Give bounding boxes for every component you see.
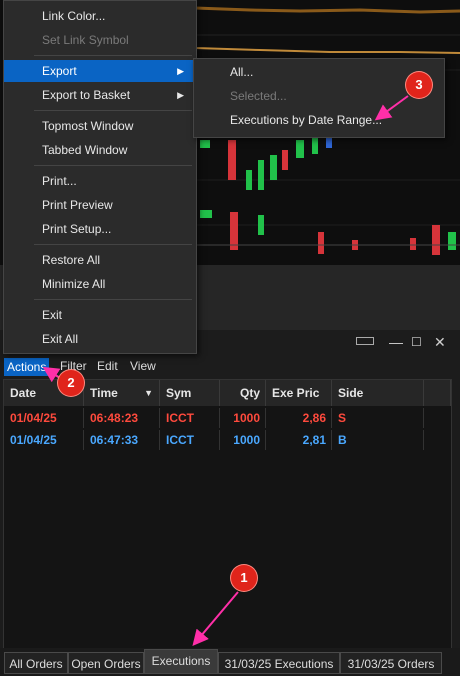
tab-all-orders[interactable]: All Orders (4, 652, 68, 674)
annotation-badge-3: 3 (406, 72, 432, 98)
table-cell-sym: ICCT (160, 408, 220, 428)
table-cell-price: 2,86 (266, 408, 332, 428)
table-cell-time: 06:47:33 (84, 430, 160, 450)
submenu-item-executions-by-date-range[interactable]: Executions by Date Range... (194, 109, 442, 131)
table-row[interactable]: 01/04/25 06:47:33 ICCT 1000 2,81 B (4, 430, 451, 450)
menu-item-exit[interactable]: Exit (4, 304, 194, 326)
export-submenu: All... Selected... Executions by Date Ra… (193, 58, 445, 138)
table-row[interactable]: 01/04/25 06:48:23 ICCT 1000 2,86 S (4, 408, 451, 428)
menu-item-set-link-symbol: Set Link Symbol (42, 33, 129, 47)
menu-separator (34, 165, 192, 166)
menu-separator (34, 244, 192, 245)
menu-item-exit-all[interactable]: Exit All (4, 328, 194, 350)
menu-item-topmost-window[interactable]: Topmost Window (4, 115, 194, 137)
executions-table: Date Time ▼ Sym Qty Exe Pric Side 01/04/… (3, 379, 452, 651)
submenu-arrow-icon: ▶ (177, 90, 184, 100)
table-cell-price: 2,81 (266, 430, 332, 450)
table-cell-side: S (332, 408, 424, 428)
minimize-icon[interactable]: — (389, 334, 403, 350)
annotation-badge-1: 1 (231, 565, 257, 591)
column-header-spacer (424, 380, 451, 406)
menu-item-print[interactable]: Print... (4, 170, 194, 192)
link-color-icon[interactable] (356, 337, 374, 345)
tab-executions[interactable]: Executions (144, 649, 218, 674)
column-header-exe-price[interactable]: Exe Pric (266, 380, 332, 406)
table-cell-sym: ICCT (160, 430, 220, 450)
menu-item-print-setup[interactable]: Print Setup... (4, 218, 194, 240)
column-header-qty[interactable]: Qty (220, 380, 266, 406)
column-header-sym[interactable]: Sym (160, 380, 220, 406)
menu-item-link-color[interactable]: Link Color... (4, 5, 194, 27)
submenu-item-selected: Selected... (230, 89, 287, 103)
menu-separator (34, 55, 192, 56)
table-cell-date: 01/04/25 (4, 408, 84, 428)
menu-edit[interactable]: Edit (97, 359, 118, 373)
menu-view[interactable]: View (130, 359, 156, 373)
column-header-side[interactable]: Side (332, 380, 424, 406)
menu-item-restore-all[interactable]: Restore All (4, 249, 194, 271)
tab-open-orders[interactable]: Open Orders (68, 652, 144, 674)
context-menu: Link Color... Set Link Symbol Export ▶ E… (3, 0, 197, 354)
table-cell-date: 01/04/25 (4, 430, 84, 450)
tab-31-03-25-executions[interactable]: 31/03/25 Executions (218, 652, 340, 674)
window-tabs: All Orders Open Orders Executions 31/03/25 … (0, 648, 460, 676)
menu-item-export-to-basket[interactable]: Export to Basket ▶ (4, 84, 194, 106)
tab-31-03-25-orders[interactable]: 31/03/25 Orders (340, 652, 442, 674)
column-header-time[interactable]: Time ▼ (84, 380, 160, 406)
close-icon[interactable]: ✕ (434, 334, 446, 351)
column-header-time-label: Time (90, 386, 118, 400)
menu-item-print-preview[interactable]: Print Preview (4, 194, 194, 216)
sort-down-icon: ▼ (144, 388, 153, 398)
menu-separator (34, 110, 192, 111)
menu-item-tabbed-window[interactable]: Tabbed Window (4, 139, 194, 161)
annotation-badge-2: 2 (58, 370, 84, 396)
submenu-arrow-icon: ▶ (177, 66, 184, 76)
table-cell-qty: 1000 (220, 430, 266, 450)
menu-item-export-label: Export (42, 64, 77, 78)
table-cell-time: 06:48:23 (84, 408, 160, 428)
maximize-icon[interactable]: ☐ (411, 335, 422, 349)
menu-item-export[interactable]: Export ▶ (4, 60, 194, 82)
table-cell-qty: 1000 (220, 408, 266, 428)
menu-actions[interactable]: Actions (4, 358, 50, 376)
menu-separator (34, 299, 192, 300)
submenu-item-all[interactable]: All... (194, 61, 442, 83)
menu-item-export-to-basket-label: Export to Basket (42, 88, 131, 102)
table-cell-side: B (332, 430, 424, 450)
menu-item-minimize-all[interactable]: Minimize All (4, 273, 194, 295)
